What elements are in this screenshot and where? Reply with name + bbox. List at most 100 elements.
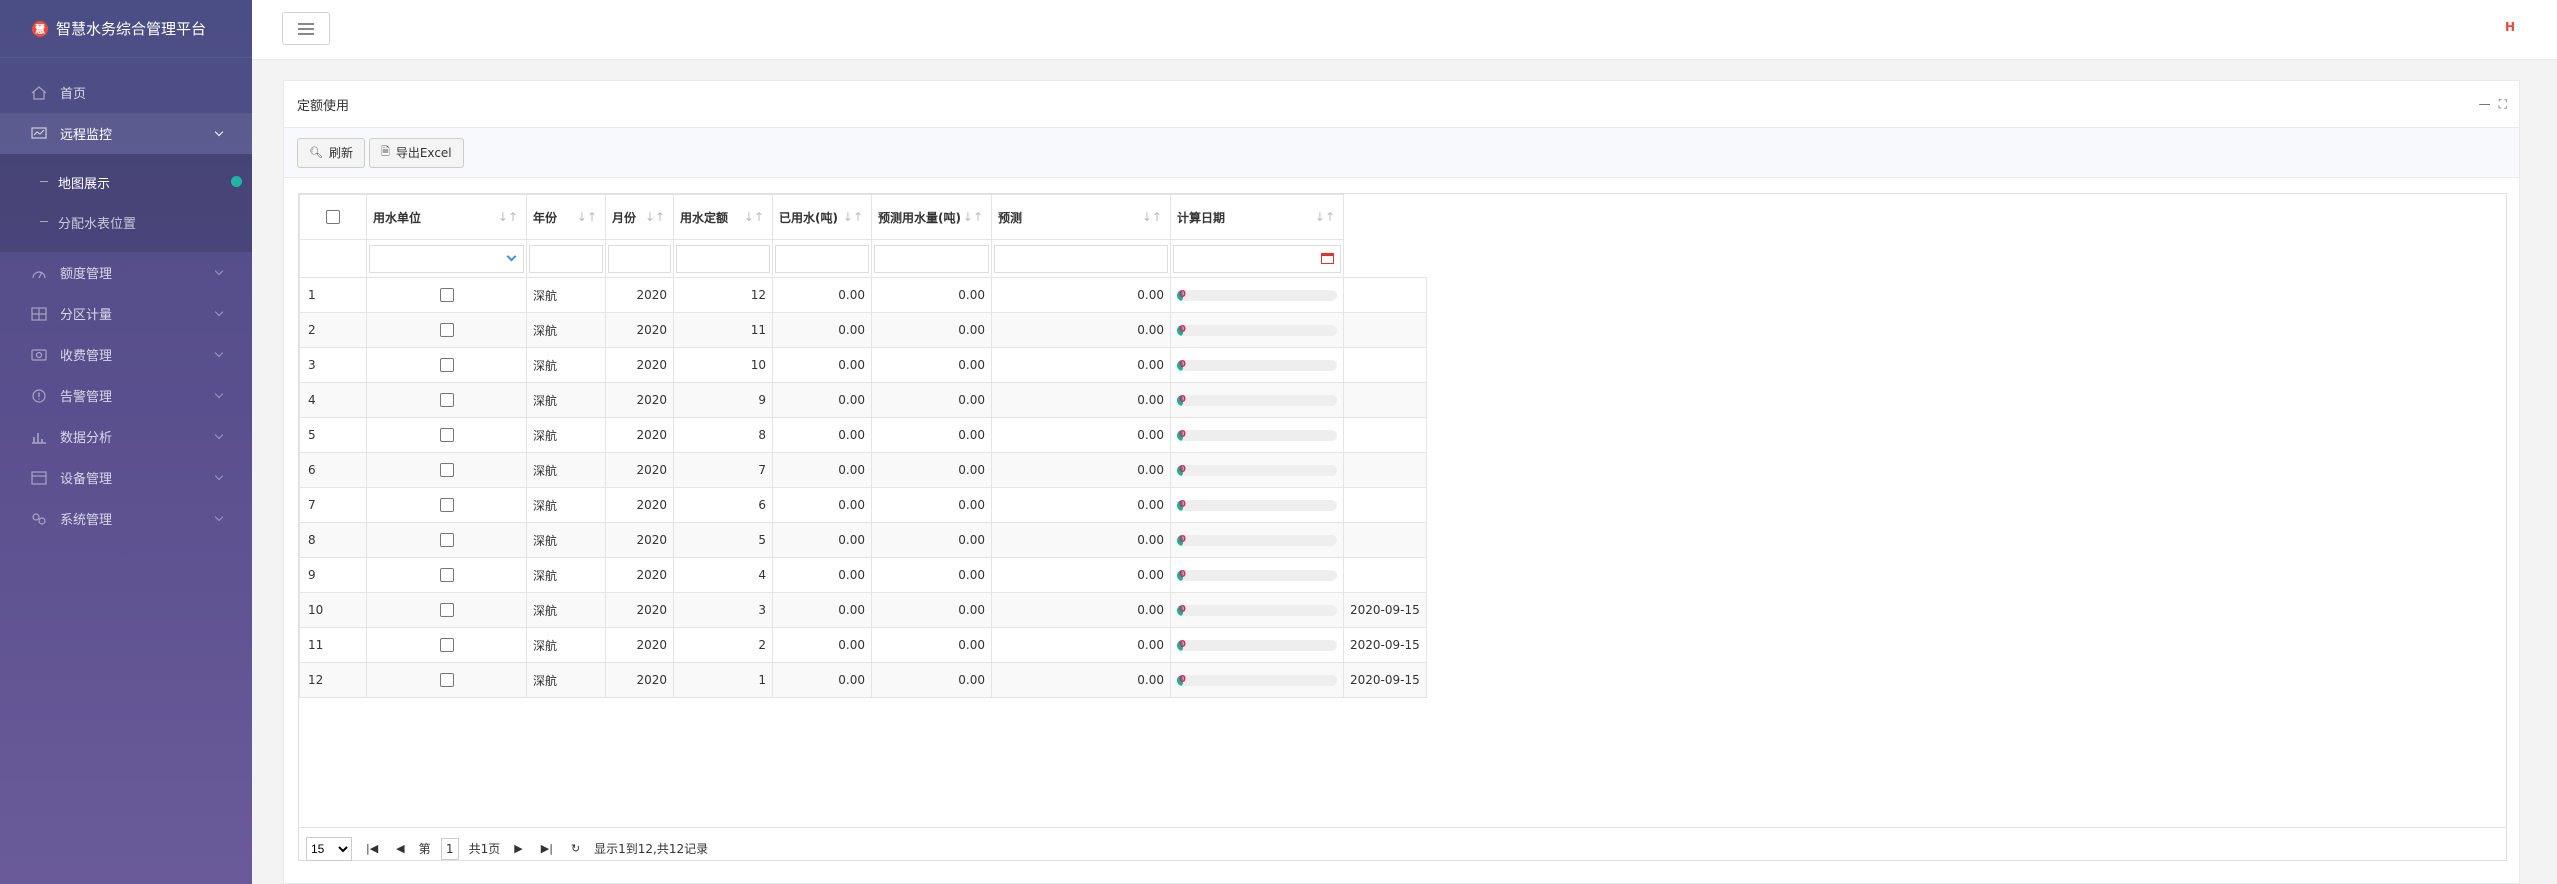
subitem-map-display[interactable]: 地图展示: [0, 162, 252, 202]
row-checkbox[interactable]: [439, 533, 454, 548]
column-header[interactable]: 已用水(吨) ↓↑: [772, 194, 872, 240]
cell-used: 0.00: [871, 417, 992, 453]
sort-icon[interactable]: ↓↑: [744, 210, 764, 224]
predicted-filter-input[interactable]: [874, 244, 989, 273]
cell-month: 11: [673, 312, 773, 348]
fullscreen-icon[interactable]: ⛶: [2499, 97, 2507, 112]
sort-icon[interactable]: ↓↑: [498, 210, 518, 224]
quota-usage-panel: 定额使用 — ⛶ 🔍︎ 刷新 🗎 导出Excel 用水单位 ↓↑ 年份 ↓↑ 月…: [283, 80, 2520, 884]
sidebar-item-zone-metering[interactable]: 分区计量: [0, 293, 252, 334]
cell-year: 2020: [605, 557, 674, 593]
progress-label: 0: [1179, 604, 1186, 615]
hamburger-icon-line: [298, 32, 314, 35]
row-checkbox[interactable]: [439, 498, 454, 513]
sort-icon[interactable]: ↓↑: [1315, 210, 1335, 224]
table-row[interactable]: 7 深航 2020 6 0.00 0.00 0.00 0: [299, 487, 1427, 523]
sidebar-item-label: 额度管理: [60, 267, 113, 282]
page-size-select[interactable]: 15: [306, 836, 352, 861]
row-checkbox[interactable]: [439, 323, 454, 338]
row-checkbox[interactable]: [439, 428, 454, 443]
monitor-icon: [30, 126, 48, 141]
table-row[interactable]: 8 深航 2020 5 0.00 0.00 0.00 0: [299, 522, 1427, 558]
row-checkbox[interactable]: [439, 568, 454, 583]
cell-forecast: 0: [1170, 662, 1344, 698]
row-checkbox[interactable]: [439, 288, 454, 303]
sidebar-item-devices[interactable]: 设备管理: [0, 457, 252, 498]
chevron-down-icon: [506, 251, 517, 261]
select-all-checkbox[interactable]: [326, 210, 340, 225]
row-index: 8: [299, 522, 367, 558]
quota-filter-input[interactable]: [676, 244, 770, 273]
sort-icon[interactable]: ↓↑: [577, 210, 597, 224]
table-row[interactable]: 5 深航 2020 8 0.00 0.00 0.00 0: [299, 417, 1427, 453]
sidebar-item-billing[interactable]: 收费管理: [0, 334, 252, 375]
sidebar-item-label: 系统管理: [60, 513, 113, 528]
table-row[interactable]: 3 深航 2020 10 0.00 0.00 0.00 0: [299, 347, 1427, 383]
cell-quota: 0.00: [772, 417, 872, 453]
refresh-button[interactable]: 🔍︎ 刷新: [297, 137, 365, 168]
user-avatar-icon[interactable]: H: [2505, 20, 2515, 34]
prev-page-icon[interactable]: ◀: [392, 842, 408, 855]
sidebar-item-quota[interactable]: 额度管理: [0, 252, 252, 293]
column-header-label: 预测用水量(吨): [878, 210, 961, 225]
first-page-icon[interactable]: |◀: [362, 842, 382, 855]
last-page-icon[interactable]: ▶|: [537, 842, 557, 855]
submenu-dash: [40, 181, 48, 182]
column-header[interactable]: 年份 ↓↑: [526, 194, 606, 240]
forecast-filter-input[interactable]: [994, 244, 1168, 273]
sidebar-item-analytics[interactable]: 数据分析: [0, 416, 252, 457]
table-row[interactable]: 1 深航 2020 12 0.00 0.00 0.00 0: [299, 277, 1427, 313]
unit-filter-select[interactable]: [369, 244, 524, 273]
sidebar-item-remote-monitor[interactable]: 远程监控: [0, 113, 252, 154]
calendar-icon[interactable]: [1321, 252, 1334, 264]
cell-calc-date: [1343, 382, 1427, 418]
date-filter-input[interactable]: [1173, 244, 1341, 273]
row-checkbox[interactable]: [439, 463, 454, 478]
cell-forecast: 0: [1170, 382, 1344, 418]
table-row[interactable]: 11 深航 2020 2 0.00 0.00 0.00 0 2020-09-15: [299, 627, 1427, 663]
app-title: 智慧水务综合管理平台: [56, 20, 207, 38]
row-checkbox[interactable]: [439, 358, 454, 373]
table-row[interactable]: 10 深航 2020 3 0.00 0.00 0.00 0 2020-09-15: [299, 592, 1427, 628]
row-checkbox[interactable]: [439, 393, 454, 408]
sidebar-item-home[interactable]: 首页: [0, 72, 252, 113]
subitem-meter-location[interactable]: 分配水表位置: [0, 202, 252, 242]
reload-icon[interactable]: ↻: [567, 842, 584, 855]
column-header[interactable]: 计算日期 ↓↑: [1170, 194, 1344, 240]
column-header[interactable]: 用水单位 ↓↑: [366, 194, 527, 240]
row-select-cell: [366, 557, 527, 593]
column-header[interactable]: 用水定额 ↓↑: [673, 194, 773, 240]
sidebar-item-alerts[interactable]: 告警管理: [0, 375, 252, 416]
row-checkbox[interactable]: [439, 673, 454, 688]
sort-icon[interactable]: ↓↑: [843, 210, 863, 224]
next-page-icon[interactable]: ▶: [510, 842, 526, 855]
sidebar-item-label: 告警管理: [60, 390, 113, 405]
sidebar-item-label: 分区计量: [60, 308, 113, 323]
sort-icon[interactable]: ↓↑: [963, 210, 983, 224]
table-row[interactable]: 4 深航 2020 9 0.00 0.00 0.00 0: [299, 382, 1427, 418]
used-filter-input[interactable]: [775, 244, 869, 273]
sort-icon[interactable]: ↓↑: [1142, 210, 1162, 224]
table-row[interactable]: 2 深航 2020 11 0.00 0.00 0.00 0: [299, 312, 1427, 348]
column-header[interactable]: 预测用水量(吨) ↓↑: [871, 194, 992, 240]
column-header[interactable]: 月份 ↓↑: [605, 194, 674, 240]
month-filter-input[interactable]: [608, 244, 671, 273]
sidebar-item-system[interactable]: 系统管理: [0, 498, 252, 539]
menu-toggle-button[interactable]: [282, 12, 330, 45]
export-excel-button[interactable]: 🗎 导出Excel: [368, 137, 464, 168]
page-number-input[interactable]: 1: [440, 837, 459, 860]
table-row[interactable]: 6 深航 2020 7 0.00 0.00 0.00 0: [299, 452, 1427, 488]
table-row[interactable]: 12 深航 2020 1 0.00 0.00 0.00 0 2020-09-15: [299, 662, 1427, 698]
minimize-icon[interactable]: —: [2479, 97, 2491, 112]
subitem-label: 地图展示: [58, 176, 111, 192]
cell-calc-date: [1343, 312, 1427, 348]
table-row[interactable]: 9 深航 2020 4 0.00 0.00 0.00 0: [299, 557, 1427, 593]
row-checkbox[interactable]: [439, 638, 454, 653]
year-filter-input[interactable]: [529, 244, 603, 273]
sort-icon[interactable]: ↓↑: [645, 210, 665, 224]
row-checkbox[interactable]: [439, 603, 454, 618]
progress-label: 0: [1179, 534, 1186, 545]
cell-month: 8: [673, 417, 773, 453]
column-header[interactable]: 预测 ↓↑: [991, 194, 1171, 240]
home-icon: [30, 85, 48, 100]
